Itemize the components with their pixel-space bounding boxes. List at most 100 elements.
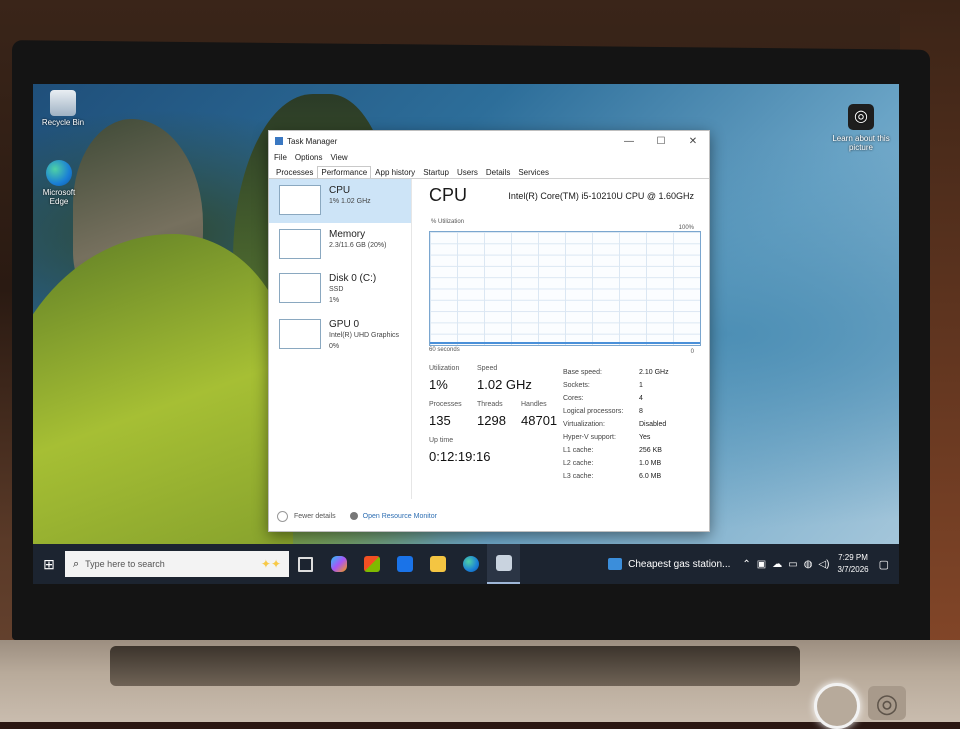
fewer-details-label: Fewer details [294, 512, 336, 520]
spec-value: 8 [639, 408, 643, 415]
task-manager-taskbar-button[interactable] [487, 544, 520, 584]
spec-label: L2 cache: [563, 460, 594, 467]
cpu-heading: CPU [429, 185, 468, 205]
fingerprint-icon[interactable]: ◎ [868, 686, 906, 720]
tab-app-history[interactable]: App history [371, 166, 419, 178]
copilot-icon [330, 556, 347, 572]
menu-view[interactable]: View [330, 153, 347, 162]
search-icon: ⌕ [73, 557, 80, 570]
window-footer: Fewer details Open Resource Monitor [269, 505, 717, 527]
resource-detail: 1% [329, 297, 340, 304]
task-manager-icon [495, 555, 512, 571]
tab-bar: Processes Performance App history Startu… [269, 164, 709, 179]
learn-about-picture[interactable]: ◎ Learn about this picture [831, 104, 891, 152]
resource-item-cpu[interactable]: CPU 1% 1.02 GHz [269, 179, 411, 223]
resource-item-memory[interactable]: Memory 2.3/11.6 GB (20%) [269, 223, 411, 267]
threads-value: 1298 [477, 413, 506, 428]
task-view-button[interactable] [289, 544, 322, 584]
tab-services[interactable]: Services [514, 166, 553, 178]
task-manager-icon [275, 137, 283, 145]
desktop-icon-recycle-bin[interactable]: Recycle Bin [33, 90, 93, 127]
mail-button[interactable] [388, 544, 421, 584]
search-box[interactable]: ⌕ Type here to search ✦✦ [65, 551, 289, 577]
power-button[interactable] [814, 683, 860, 729]
meet-icon[interactable]: ▣ [757, 559, 766, 570]
spec-label: Cores: [563, 395, 584, 402]
resource-item-disk[interactable]: Disk 0 (C:) SSD 1% [269, 267, 411, 313]
start-button[interactable]: ⊞ [33, 544, 65, 584]
maximize-button[interactable]: ☐ [645, 136, 677, 147]
speed-value: 1.02 GHz [477, 377, 532, 392]
spec-value: 1 [639, 382, 643, 389]
spec-value: 6.0 MB [639, 473, 662, 480]
chevron-up-icon[interactable]: ⌃ [742, 559, 750, 570]
resource-detail: Intel(R) UHD Graphics [329, 332, 400, 339]
screen: Recycle Bin Microsoft Edge ◎ Learn about… [33, 84, 899, 584]
resource-name: CPU [329, 185, 351, 196]
notification-icon[interactable]: ▢ [879, 558, 889, 571]
time-axis-label: 60 seconds [429, 347, 460, 353]
camera-icon: ◎ [848, 104, 874, 130]
file-explorer-button[interactable] [421, 544, 454, 584]
menu-options[interactable]: Options [295, 153, 323, 162]
tab-performance[interactable]: Performance [317, 166, 372, 178]
globe-icon[interactable]: ◍ [804, 559, 813, 570]
tab-startup[interactable]: Startup [419, 166, 453, 178]
menu-bar: File Options View [269, 151, 709, 164]
resource-name: GPU 0 [329, 319, 360, 330]
spec-label: Base speed: [563, 369, 602, 376]
onedrive-icon[interactable]: ☁ [772, 559, 782, 570]
minimize-button[interactable]: — [613, 136, 645, 147]
tab-users[interactable]: Users [453, 166, 482, 178]
cpu-utilization-graph [429, 231, 701, 346]
spec-label: Virtualization: [563, 421, 605, 428]
chevron-up-icon [277, 510, 288, 522]
close-button[interactable]: ✕ [677, 136, 709, 147]
open-resource-monitor-link[interactable]: Open Resource Monitor [349, 512, 437, 520]
utilization-line [430, 342, 700, 344]
wallpaper-cliff [33, 234, 293, 584]
store-button[interactable] [355, 544, 388, 584]
handles-label: Handles [521, 401, 547, 408]
desktop-icon-edge[interactable]: Microsoft Edge [33, 160, 85, 206]
handles-value: 48701 [521, 413, 558, 428]
performance-body: CPU 1% 1.02 GHz Memory 2.3/11.6 GB (20%)… [269, 179, 709, 531]
spec-label: Sockets: [563, 382, 590, 389]
speaker-icon[interactable]: ◁) [818, 559, 829, 570]
title-bar[interactable]: Task Manager — ☐ ✕ [269, 131, 709, 151]
utilization-label: Utilization [429, 365, 460, 372]
spec-value: Yes [639, 434, 651, 441]
tab-details[interactable]: Details [482, 166, 514, 178]
battery-icon[interactable]: ▭ [788, 559, 797, 570]
news-headline: Cheapest gas station... [628, 558, 731, 570]
uptime-label: Up time [429, 437, 454, 444]
resource-item-gpu[interactable]: GPU 0 Intel(R) UHD Graphics 0% [269, 313, 411, 359]
desktop-icon-label: Recycle Bin [41, 118, 85, 127]
resource-detail: SSD [329, 286, 344, 293]
tab-processes[interactable]: Processes [272, 166, 317, 178]
cpu-model: Intel(R) Core(TM) i5-10210U CPU @ 1.60GH… [508, 191, 694, 201]
edge-icon [462, 556, 479, 572]
resource-name: Disk 0 (C:) [329, 273, 377, 284]
spec-label: Hyper-V support: [563, 434, 616, 441]
clock[interactable]: 7:29 PM 3/7/2026 [837, 552, 868, 576]
sparkle-icon: ✦✦ [260, 557, 281, 571]
resource-detail: 0% [329, 343, 340, 350]
resource-name: Memory [329, 229, 366, 240]
news-widget[interactable]: Cheapest gas station... [608, 558, 730, 570]
system-tray: ⌃ ▣ ☁ ▭ ◍ ◁) [742, 559, 829, 570]
resource-detail: 1% 1.02 GHz [329, 198, 371, 205]
task-manager-window: Task Manager — ☐ ✕ File Options View Pro… [268, 130, 710, 532]
utilization-value: 1% [429, 377, 448, 392]
processes-label: Processes [429, 401, 462, 408]
recycle-bin-icon [50, 90, 76, 116]
spec-value: 2.10 GHz [639, 369, 669, 376]
threads-label: Threads [477, 401, 503, 408]
store-icon [363, 556, 380, 572]
copilot-button[interactable] [322, 544, 355, 584]
menu-file[interactable]: File [274, 153, 287, 162]
edge-taskbar-button[interactable] [454, 544, 487, 584]
fewer-details-button[interactable]: Fewer details [277, 510, 336, 522]
processes-value: 135 [429, 413, 451, 428]
clock-date: 3/7/2026 [837, 565, 869, 574]
